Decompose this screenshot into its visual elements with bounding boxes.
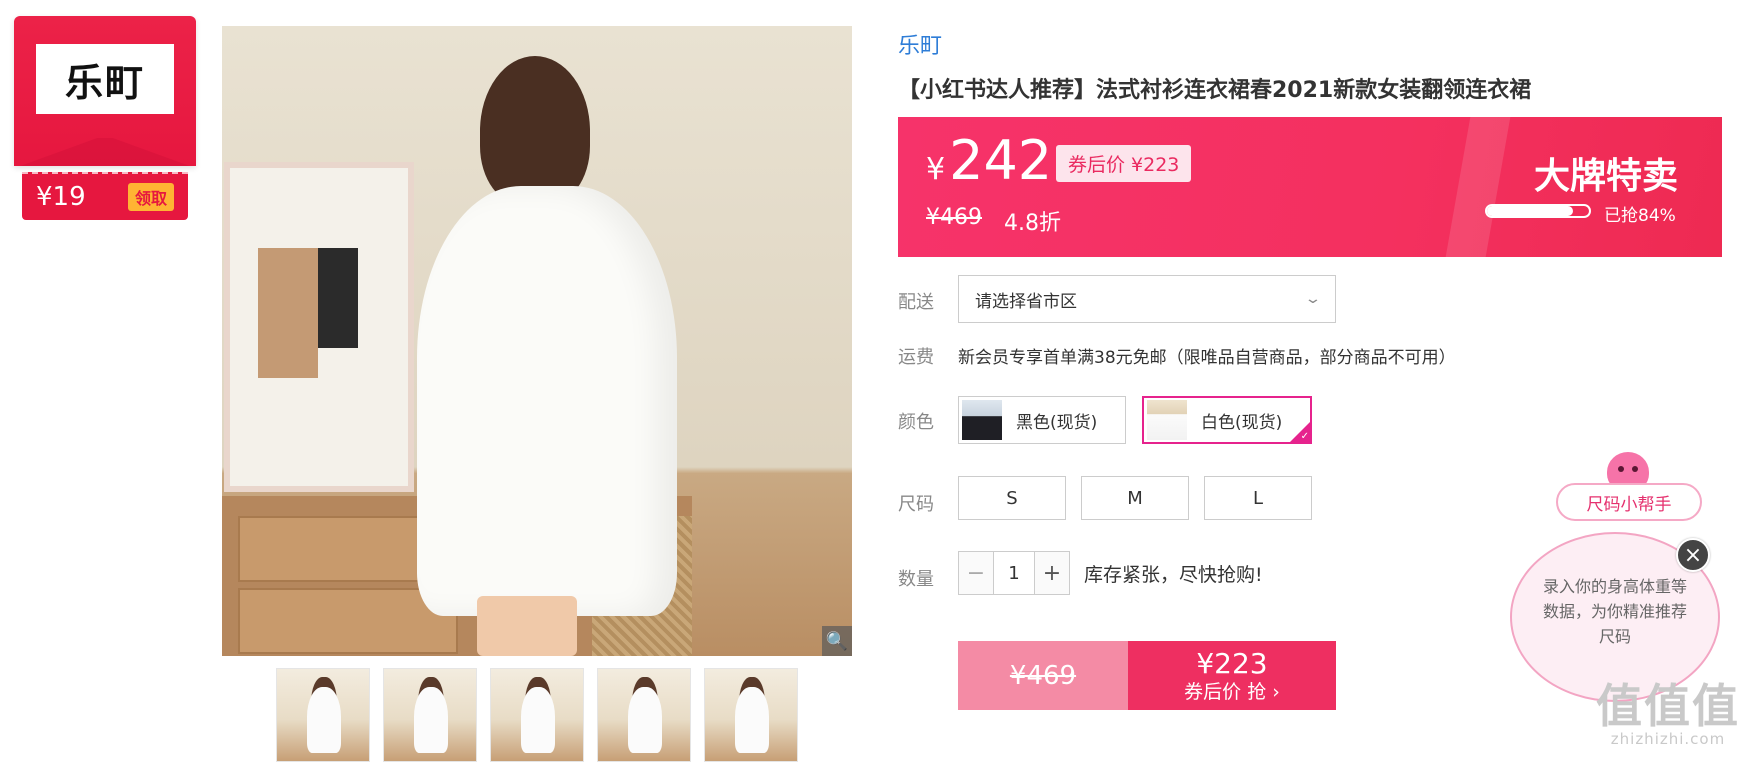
shipping-info: 新会员专享首单满38元免邮（限唯品自营商品，部分商品不可用） <box>958 348 1456 368</box>
size-helper-message: 录入你的身高体重等数据，为你精准推荐尺码 <box>1542 577 1687 646</box>
sold-progress-label: 已抢84% <box>1604 206 1676 226</box>
coupon-amount: ¥19 <box>36 182 86 212</box>
claim-coupon-button[interactable]: 领取 <box>127 183 174 211</box>
thumbnail-image[interactable] <box>597 668 691 762</box>
buy-bar: ¥469 ¥223 券后价 抢 › <box>958 641 1336 710</box>
thumbnail-strip <box>276 668 798 762</box>
size-option-s[interactable]: S <box>958 476 1066 520</box>
current-price-value: 242 <box>949 129 1053 192</box>
buy-action-label: 券后价 抢 › <box>1184 680 1280 703</box>
store-coupon[interactable]: 乐町 ¥19 领取 <box>14 16 196 222</box>
color-swatch-black <box>962 400 1002 440</box>
thumbnail-image[interactable] <box>383 668 477 762</box>
coupon-price-tag: 券后价 ¥223 <box>1056 145 1192 182</box>
color-option-label: 黑色(现货) <box>1016 412 1098 433</box>
thumbnail-image[interactable] <box>704 668 798 762</box>
sold-progress-fill <box>1487 206 1573 216</box>
close-icon[interactable]: × <box>1676 538 1710 572</box>
quantity-increase-button[interactable]: + <box>1035 552 1069 594</box>
watermark-domain: zhizhizhi.com <box>1610 730 1726 748</box>
region-select-value: 请选择省市区 <box>975 291 1077 312</box>
currency-symbol: ¥ <box>926 152 946 187</box>
product-page: 乐町 ¥19 领取 🔍 乐町 【小红书达人推荐】法式衬衫连衣裙春2021新款女装… <box>0 0 1746 765</box>
coupon-footer: ¥19 领取 <box>22 172 188 220</box>
buy-coupon-price: ¥223 <box>1196 646 1268 680</box>
color-swatch-white <box>1147 400 1187 440</box>
color-label: 颜色 <box>898 412 934 433</box>
thumbnail-image[interactable] <box>276 668 370 762</box>
quantity-input[interactable]: 1 <box>993 552 1035 594</box>
model-hair <box>480 56 590 206</box>
stock-warning: 库存紧张，尽快抢购! <box>1084 564 1263 586</box>
color-option-white[interactable]: 白色(现货) ✓ <box>1142 396 1312 444</box>
buy-with-coupon-button[interactable]: ¥223 券后价 抢 › <box>1128 641 1336 710</box>
color-option-label: 白色(现货) <box>1201 412 1283 433</box>
model-legs <box>477 596 577 656</box>
brand-link[interactable]: 乐町 <box>898 28 942 60</box>
sale-title: 大牌特卖 <box>1533 156 1678 197</box>
size-option-m[interactable]: M <box>1081 476 1189 520</box>
wall-art-decoration <box>224 162 414 492</box>
size-label: 尺码 <box>898 494 934 515</box>
region-select[interactable]: 请选择省市区 ⌄ <box>958 275 1336 323</box>
size-option-l[interactable]: L <box>1204 476 1312 520</box>
product-title: 【小红书达人推荐】法式衬衫连衣裙春2021新款女装翻领连衣裙 <box>898 78 1532 103</box>
current-price: ¥242 <box>926 129 1052 192</box>
delivery-label: 配送 <box>898 292 934 313</box>
zoom-icon[interactable]: 🔍 <box>822 626 852 656</box>
shipping-label: 运费 <box>898 347 934 368</box>
brand-logo: 乐町 <box>36 44 174 114</box>
discount-rate: 4.8折 <box>1004 211 1061 236</box>
quantity-stepper: − 1 + <box>958 551 1070 595</box>
thumbnail-image[interactable] <box>490 668 584 762</box>
sold-progress-bar <box>1485 204 1591 218</box>
coupon-header: 乐町 <box>14 16 196 166</box>
watermark-logo-text: 值值值 <box>1596 679 1740 733</box>
chevron-down-icon: ⌄ <box>1304 291 1322 307</box>
check-icon: ✓ <box>1300 431 1309 442</box>
site-watermark: 值值值 zhizhizhi.com <box>1596 682 1740 748</box>
model-dress <box>417 186 677 616</box>
original-price: ¥469 <box>926 205 982 230</box>
color-option-black[interactable]: 黑色(现货) <box>958 396 1126 444</box>
buy-original-price[interactable]: ¥469 <box>958 641 1128 710</box>
price-banner: ¥242 券后价 ¥223 ¥469 4.8折 大牌特卖 已抢84% <box>898 117 1722 257</box>
size-helper-button[interactable]: 尺码小帮手 <box>1556 483 1702 521</box>
main-product-image[interactable]: 🔍 <box>222 26 852 656</box>
quantity-decrease-button[interactable]: − <box>959 552 993 594</box>
quantity-label: 数量 <box>898 569 934 590</box>
